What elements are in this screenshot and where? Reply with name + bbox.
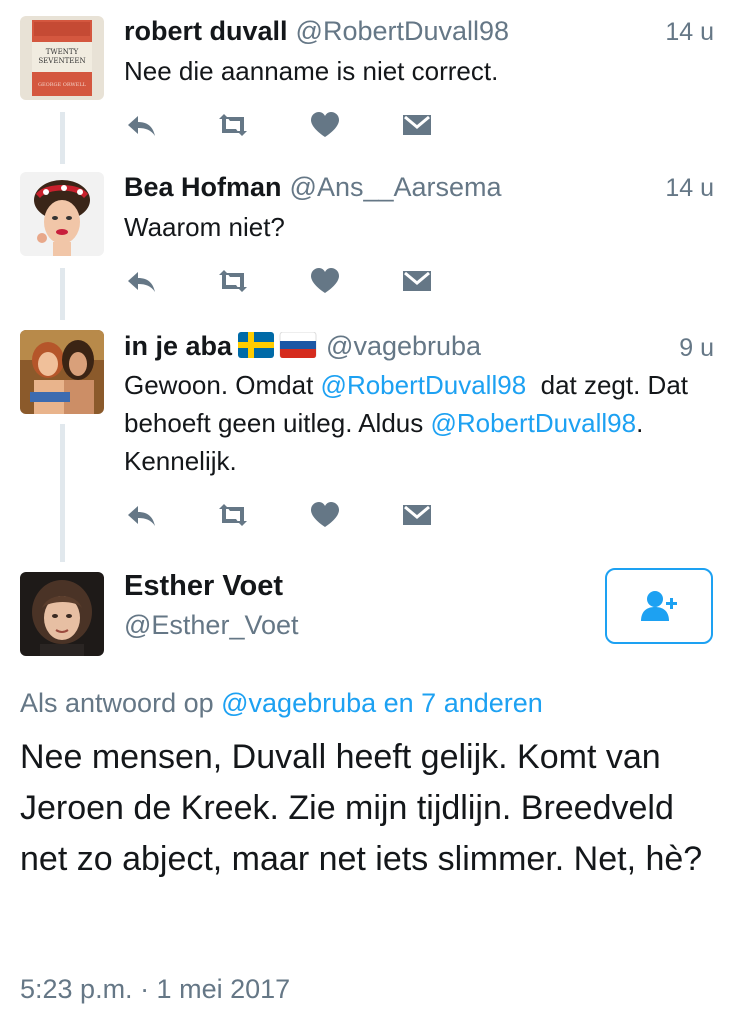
display-name[interactable]: robert duvall: [124, 16, 288, 46]
tweet-timestamp: 5:23 p.m. · 1 mei 2017: [20, 974, 291, 1004]
user-handle[interactable]: @Esther_Voet: [124, 610, 299, 641]
russia-flag-icon: [279, 332, 317, 358]
retweet-icon[interactable]: [216, 266, 250, 296]
display-name[interactable]: in je aba: [124, 331, 232, 361]
user-handle[interactable]: @RobertDuvall98: [296, 16, 510, 46]
heart-icon[interactable]: [308, 500, 342, 530]
mention-link[interactable]: @RobertDuvall98: [430, 408, 636, 438]
reply-context: Als antwoord op @vagebruba en 7 anderen: [20, 688, 543, 718]
tweet-actions: [124, 110, 434, 140]
avatar-esther-voet[interactable]: [20, 572, 104, 656]
thread-line: [60, 112, 65, 164]
tweet-time[interactable]: 14 u: [665, 174, 714, 203]
svg-text:SEVENTEEN: SEVENTEEN: [38, 57, 85, 65]
flag-emojis: [238, 332, 318, 358]
author-line: robert duvall @RobertDuvall98: [124, 16, 509, 47]
envelope-icon[interactable]: [400, 110, 434, 140]
reply-icon[interactable]: [124, 500, 158, 530]
tweet-time[interactable]: 14 u: [665, 18, 714, 47]
display-name[interactable]: Bea Hofman: [124, 172, 282, 202]
user-handle[interactable]: @Ans__Aarsema: [290, 172, 502, 202]
tweet-actions: [124, 500, 434, 530]
envelope-icon[interactable]: [400, 266, 434, 296]
mention-link[interactable]: @RobertDuvall98: [321, 370, 527, 400]
sweden-flag-icon: [238, 332, 275, 358]
heart-icon[interactable]: [308, 110, 342, 140]
tweet-text: Gewoon. Omdat @RobertDuvall98 dat zegt. …: [124, 370, 696, 476]
avatar-book-cover[interactable]: TWENTY SEVENTEEN GEORGE ORWELL: [20, 16, 104, 100]
tweet-text: Nee die aanname is niet correct.: [124, 56, 499, 86]
heart-icon[interactable]: [308, 266, 342, 296]
envelope-icon[interactable]: [400, 500, 434, 530]
svg-text:TWENTY: TWENTY: [46, 48, 79, 56]
follow-user-icon: [641, 591, 677, 621]
tweet-text: Nee mensen, Duvall heeft gelijk. Komt va…: [20, 738, 703, 878]
user-handle[interactable]: @vagebruba: [326, 331, 481, 361]
tweet-time[interactable]: 9 u: [679, 334, 714, 363]
tweet-actions: [124, 266, 434, 296]
author-line: Bea Hofman @Ans__Aarsema: [124, 172, 502, 203]
display-name[interactable]: Esther Voet: [124, 570, 283, 603]
author-line: in je aba @vagebruba: [124, 331, 481, 362]
avatar-couple-photo[interactable]: [20, 330, 104, 414]
thread-line: [60, 424, 65, 562]
reply-icon[interactable]: [124, 110, 158, 140]
reply-targets-link[interactable]: @vagebruba en 7 anderen: [221, 688, 543, 718]
svg-text:GEORGE ORWELL: GEORGE ORWELL: [38, 82, 87, 88]
thread-line: [60, 268, 65, 320]
follow-button[interactable]: [605, 568, 713, 644]
retweet-icon[interactable]: [216, 110, 250, 140]
reply-icon[interactable]: [124, 266, 158, 296]
retweet-icon[interactable]: [216, 500, 250, 530]
tweet-text: Waarom niet?: [124, 212, 285, 242]
avatar-woman-pinup[interactable]: [20, 172, 104, 256]
